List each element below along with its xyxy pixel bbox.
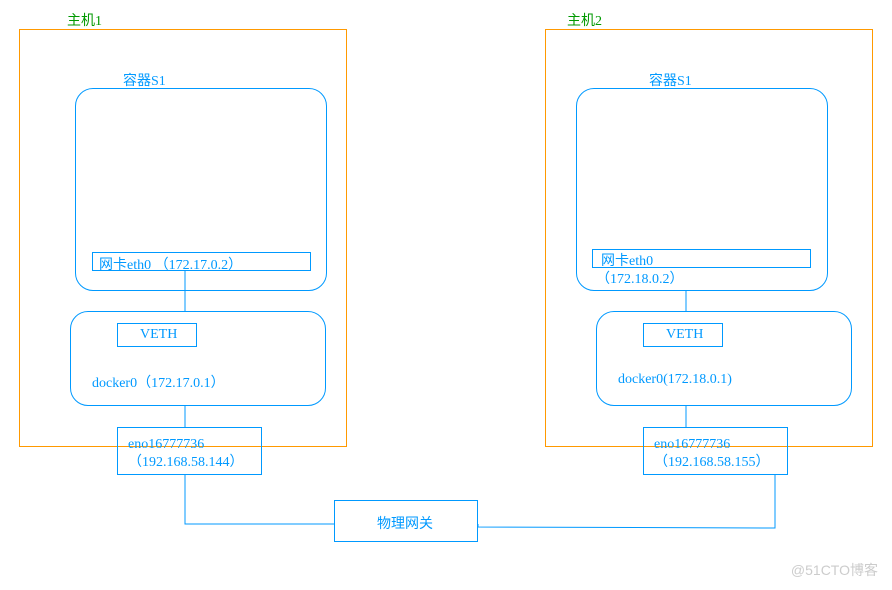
gateway-box: 物理网关 bbox=[334, 500, 478, 542]
host2-eth0-text1: 网卡eth0 bbox=[601, 250, 653, 270]
host1-veth-box: VETH bbox=[117, 323, 197, 347]
host2-bridge-box bbox=[596, 311, 852, 406]
host1-eth0-text: 网卡eth0 （172.17.0.2） bbox=[99, 254, 242, 274]
host2-container-name: 容器S1 bbox=[649, 70, 692, 90]
host1-title: 主机1 bbox=[67, 10, 102, 30]
host2-eth0-text2: （172.18.0.2） bbox=[596, 268, 684, 288]
host2-nic-box: eno16777736（192.168.58.155） bbox=[643, 427, 788, 475]
host2-veth-box: VETH bbox=[643, 323, 723, 347]
watermark: @51CTO博客 bbox=[791, 560, 878, 580]
host1-nic-text: eno16777736（192.168.58.144） bbox=[128, 436, 308, 472]
host2-nic-text: eno16777736（192.168.58.155） bbox=[654, 436, 834, 472]
host1-eth0-box: 网卡eth0 （172.17.0.2） bbox=[92, 252, 311, 271]
host1-veth-text: VETH bbox=[140, 327, 177, 343]
host2-veth-text: VETH bbox=[666, 327, 703, 343]
host1-container-name: 容器S1 bbox=[123, 70, 166, 90]
gateway-text: 物理网关 bbox=[377, 513, 433, 533]
host1-docker0-text: docker0（172.17.0.1） bbox=[92, 372, 225, 392]
host2-title: 主机2 bbox=[567, 10, 602, 30]
host2-docker0-text: docker0(172.18.0.1) bbox=[618, 372, 732, 388]
host1-nic-box: eno16777736（192.168.58.144） bbox=[117, 427, 262, 475]
